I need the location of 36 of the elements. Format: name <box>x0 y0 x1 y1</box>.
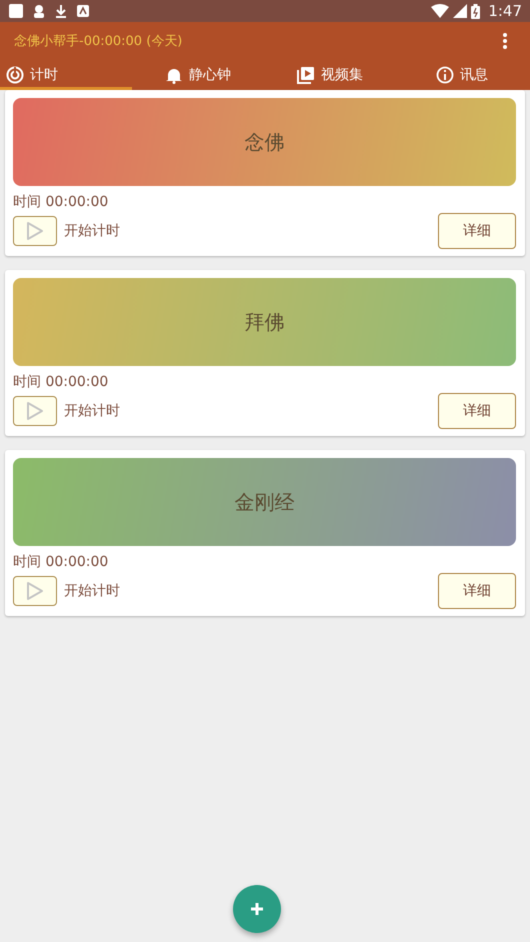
battery-icon <box>471 4 480 18</box>
tab[interactable]: 讯息 <box>396 60 528 90</box>
start-label: 开始计时 <box>64 402 120 420</box>
timer-icon <box>6 66 24 84</box>
video-icon <box>297 66 315 84</box>
tab[interactable]: 视频集 <box>264 60 396 90</box>
menu-icon[interactable] <box>502 32 508 50</box>
banner[interactable]: 念佛 <box>13 98 516 186</box>
play-icon <box>26 401 44 421</box>
elapsed-time: 时间 00:00:00 <box>13 553 110 571</box>
info-icon <box>436 66 454 84</box>
app-icon <box>77 5 89 17</box>
person-icon <box>33 4 45 18</box>
elapsed-time: 时间 00:00:00 <box>13 193 110 211</box>
play-button[interactable] <box>13 216 57 246</box>
banner[interactable]: 拜佛 <box>13 278 516 366</box>
start-label: 开始计时 <box>64 222 120 240</box>
wifi-icon <box>431 4 450 18</box>
plus-icon <box>251 903 263 915</box>
tab[interactable]: 静心钟 <box>132 60 264 90</box>
play-button[interactable] <box>13 576 57 606</box>
app-title: 念佛小帮手-00:00:00 (今天) <box>14 33 182 50</box>
signal-icon <box>453 4 468 18</box>
square-icon <box>9 4 23 18</box>
elapsed-time: 时间 00:00:00 <box>13 373 110 391</box>
download-icon <box>55 4 67 18</box>
add-button[interactable] <box>233 885 281 933</box>
details-button[interactable]: 详细 <box>438 393 516 429</box>
play-icon <box>26 581 44 601</box>
play-button[interactable] <box>13 396 57 426</box>
banner[interactable]: 金刚经 <box>13 458 516 546</box>
clock-time: 1:47 <box>488 2 522 20</box>
details-button[interactable]: 详细 <box>438 213 516 249</box>
play-icon <box>26 221 44 241</box>
start-label: 开始计时 <box>64 582 120 600</box>
details-button[interactable]: 详细 <box>438 573 516 609</box>
